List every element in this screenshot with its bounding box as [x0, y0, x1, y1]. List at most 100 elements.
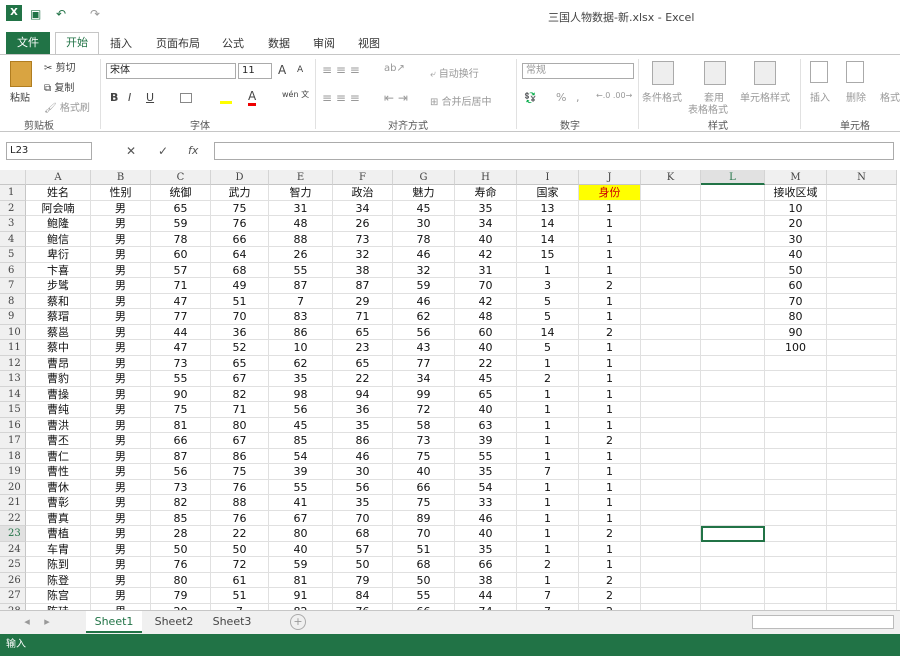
- table-cell[interactable]: 1: [517, 262, 579, 278]
- table-cell[interactable]: 86: [269, 324, 333, 340]
- table-cell[interactable]: [765, 495, 827, 511]
- table-cell[interactable]: 1: [517, 433, 579, 449]
- table-cell[interactable]: 56: [393, 324, 455, 340]
- table-cell[interactable]: 蔡邕: [26, 324, 91, 340]
- table-cell[interactable]: 54: [269, 448, 333, 464]
- align-top-icon[interactable]: ≡ ≡ ≡: [322, 63, 360, 77]
- table-cell[interactable]: 80: [151, 572, 211, 588]
- table-cell[interactable]: [701, 464, 765, 480]
- table-cell[interactable]: 82: [151, 495, 211, 511]
- shrink-font-button[interactable]: A: [297, 65, 303, 75]
- column-header-i[interactable]: I: [517, 170, 579, 185]
- table-cell[interactable]: [827, 231, 897, 247]
- table-cell[interactable]: 1: [579, 247, 641, 263]
- row-header[interactable]: 11: [0, 340, 26, 356]
- table-cell[interactable]: [641, 588, 701, 604]
- column-header-c[interactable]: C: [151, 170, 211, 185]
- table-cell[interactable]: 30: [765, 231, 827, 247]
- table-cell[interactable]: 68: [211, 262, 269, 278]
- table-cell[interactable]: 55: [455, 448, 517, 464]
- header-cell[interactable]: 统御: [151, 185, 211, 201]
- table-cell[interactable]: 男: [91, 417, 151, 433]
- table-cell[interactable]: [827, 247, 897, 263]
- table-cell[interactable]: 男: [91, 340, 151, 356]
- table-cell[interactable]: [827, 588, 897, 604]
- table-cell[interactable]: 82: [211, 386, 269, 402]
- table-cell[interactable]: [701, 479, 765, 495]
- table-cell[interactable]: 48: [269, 216, 333, 232]
- sheet-tab-sheet3[interactable]: Sheet3: [204, 611, 260, 633]
- table-cell[interactable]: 35: [455, 464, 517, 480]
- delete-cells-button[interactable]: 删除: [846, 89, 866, 104]
- header-cell[interactable]: 智力: [269, 185, 333, 201]
- table-cell[interactable]: 2: [579, 324, 641, 340]
- table-cell[interactable]: [641, 433, 701, 449]
- table-cell[interactable]: 38: [333, 262, 393, 278]
- table-cell[interactable]: 70: [765, 293, 827, 309]
- table-cell[interactable]: 76: [211, 510, 269, 526]
- scroll-right-icon[interactable]: ▸: [40, 611, 54, 633]
- table-cell[interactable]: [765, 510, 827, 526]
- table-cell[interactable]: [765, 572, 827, 588]
- table-cell[interactable]: 77: [393, 355, 455, 371]
- save-icon[interactable]: ▣: [30, 7, 41, 21]
- underline-button[interactable]: U: [146, 91, 154, 104]
- table-cell[interactable]: 1: [579, 402, 641, 418]
- table-cell[interactable]: [701, 355, 765, 371]
- border-icon[interactable]: [180, 93, 192, 103]
- column-header-h[interactable]: H: [455, 170, 517, 185]
- column-header-a[interactable]: A: [26, 170, 91, 185]
- copy-button[interactable]: ⧉ 复制: [44, 79, 74, 94]
- table-cell[interactable]: 52: [211, 340, 269, 356]
- table-cell[interactable]: 20: [765, 216, 827, 232]
- table-cell[interactable]: 10: [269, 340, 333, 356]
- table-cell[interactable]: [641, 572, 701, 588]
- table-cell[interactable]: 14: [517, 324, 579, 340]
- cut-button[interactable]: ✂ 剪切: [44, 59, 76, 74]
- row-header[interactable]: 19: [0, 464, 26, 480]
- table-cell[interactable]: 26: [333, 216, 393, 232]
- table-cell[interactable]: 75: [393, 448, 455, 464]
- table-cell[interactable]: 57: [333, 541, 393, 557]
- table-cell[interactable]: 男: [91, 216, 151, 232]
- table-cell[interactable]: [701, 293, 765, 309]
- row-header[interactable]: 6: [0, 262, 26, 278]
- table-cell[interactable]: [641, 309, 701, 325]
- insert-cells-button[interactable]: 插入: [810, 89, 830, 104]
- table-cell[interactable]: 86: [211, 448, 269, 464]
- header-cell[interactable]: 性别: [91, 185, 151, 201]
- table-cell[interactable]: 陈到: [26, 557, 91, 573]
- row-header[interactable]: 7: [0, 278, 26, 294]
- table-cell[interactable]: 99: [393, 386, 455, 402]
- table-cell[interactable]: 1: [517, 541, 579, 557]
- table-cell[interactable]: 2: [517, 557, 579, 573]
- table-cell[interactable]: 39: [455, 433, 517, 449]
- table-cell[interactable]: 58: [393, 417, 455, 433]
- table-cell[interactable]: 26: [269, 247, 333, 263]
- header-cell[interactable]: [641, 185, 701, 201]
- table-cell[interactable]: [827, 526, 897, 542]
- row-header[interactable]: 22: [0, 510, 26, 526]
- header-cell[interactable]: 武力: [211, 185, 269, 201]
- table-cell[interactable]: 68: [393, 557, 455, 573]
- table-cell[interactable]: 79: [151, 588, 211, 604]
- table-cell[interactable]: 陈宫: [26, 588, 91, 604]
- table-cell[interactable]: 56: [333, 479, 393, 495]
- table-cell[interactable]: 49: [211, 278, 269, 294]
- table-cell[interactable]: 鲍隆: [26, 216, 91, 232]
- tab-file[interactable]: 文件: [6, 32, 50, 54]
- table-cell[interactable]: [641, 262, 701, 278]
- table-cell[interactable]: 55: [269, 479, 333, 495]
- table-cell[interactable]: [641, 510, 701, 526]
- table-cell[interactable]: 44: [455, 588, 517, 604]
- table-cell[interactable]: 100: [765, 340, 827, 356]
- table-cell[interactable]: 63: [455, 417, 517, 433]
- table-cell[interactable]: 34: [455, 216, 517, 232]
- table-cell[interactable]: [765, 371, 827, 387]
- table-cell[interactable]: [827, 510, 897, 526]
- table-cell[interactable]: 36: [211, 324, 269, 340]
- table-cell[interactable]: 14: [517, 216, 579, 232]
- row-header[interactable]: 8: [0, 293, 26, 309]
- table-cell[interactable]: 36: [333, 402, 393, 418]
- header-cell[interactable]: 魅力: [393, 185, 455, 201]
